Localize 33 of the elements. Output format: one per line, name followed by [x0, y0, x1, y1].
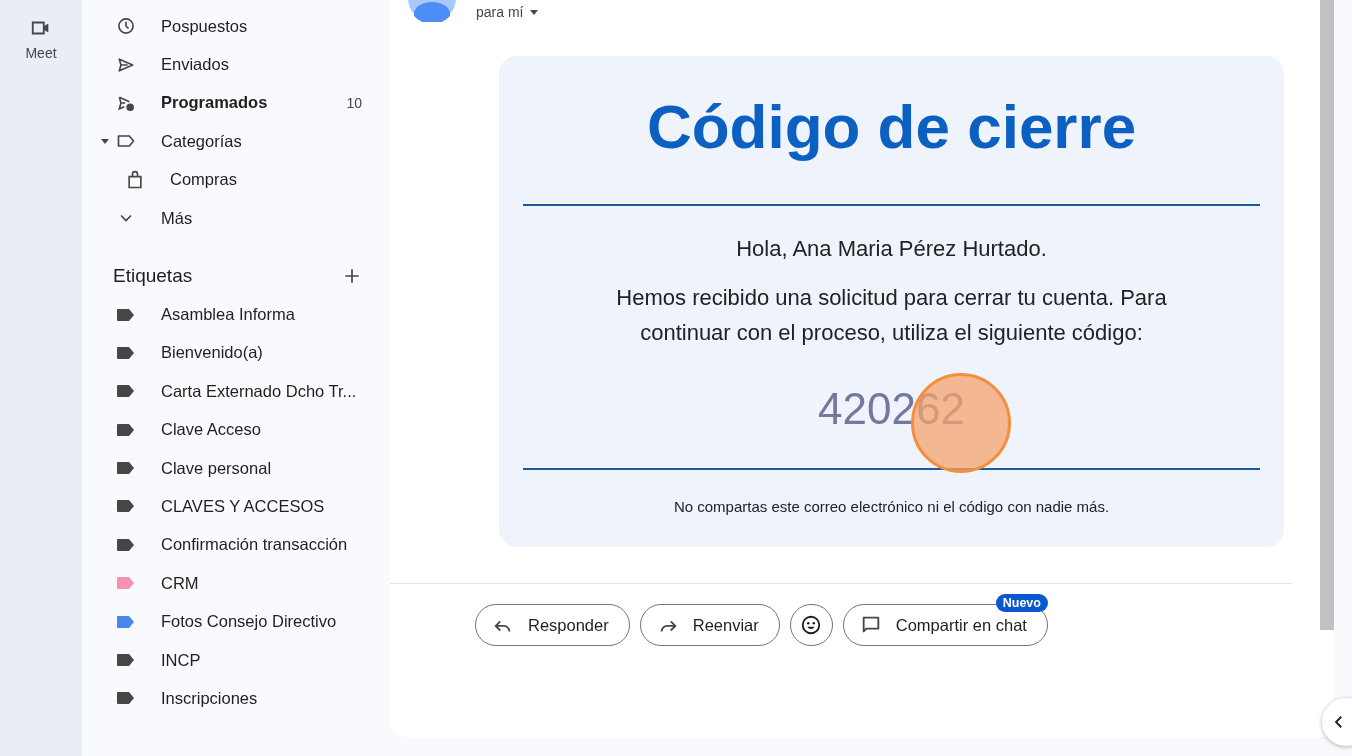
label-item[interactable]: Carta Externado Dcho Tr... — [161, 381, 362, 401]
footer-text: No compartas este correo electrónico ni el código con nadie más. — [672, 498, 1111, 516]
label-item[interactable]: Fotos Consejo Directivo — [161, 612, 362, 632]
label-item[interactable]: Confirmación transacción — [161, 535, 362, 555]
clock-icon — [116, 16, 136, 37]
nav-item[interactable]: Más — [161, 208, 362, 228]
emoji-button[interactable] — [789, 604, 833, 647]
nav-item[interactable]: Programados — [161, 93, 347, 113]
bag-icon — [125, 169, 145, 190]
label-item[interactable]: Clave Acceso — [161, 420, 362, 440]
recipient-text: para mí — [476, 4, 524, 20]
email-title: Código de cierre — [645, 91, 1138, 163]
label-item[interactable]: Clave personal — [161, 458, 362, 478]
label-item[interactable]: Inscripciones — [161, 688, 362, 708]
nav-item[interactable]: Compras — [170, 170, 362, 190]
label-item[interactable]: CRM — [161, 573, 362, 593]
label-item[interactable]: CLAVES Y ACCESOS — [161, 497, 362, 516]
forward-button[interactable]: Reenviar — [639, 604, 780, 647]
item-count: 10 — [346, 94, 362, 111]
body-text: Hemos recibido una solicitud para cerrar tu cuenta. Para continuar con el proceso, utiliza el siguiente código: — [615, 284, 1168, 348]
label-item[interactable]: Bienvenido(a) — [161, 343, 362, 363]
label-item[interactable]: Asamblea Informa — [161, 305, 362, 325]
new-badge: Nuevo — [995, 594, 1048, 613]
caret-down-icon[interactable] — [529, 7, 540, 17]
label-item[interactable]: INCP — [161, 650, 362, 670]
nav-item[interactable]: Categorías — [161, 131, 362, 151]
nav-item[interactable]: Enviados — [161, 55, 362, 75]
section-title: Etiquetas — [113, 265, 193, 288]
rail-label[interactable]: Meet — [25, 45, 57, 61]
greeting-text: Hola, Ana Maria Pérez Hurtado. — [735, 236, 1048, 263]
smiley-icon — [800, 614, 823, 637]
nav-item[interactable]: Pospuestos — [161, 16, 362, 36]
reply-button[interactable]: Responder — [475, 604, 630, 647]
